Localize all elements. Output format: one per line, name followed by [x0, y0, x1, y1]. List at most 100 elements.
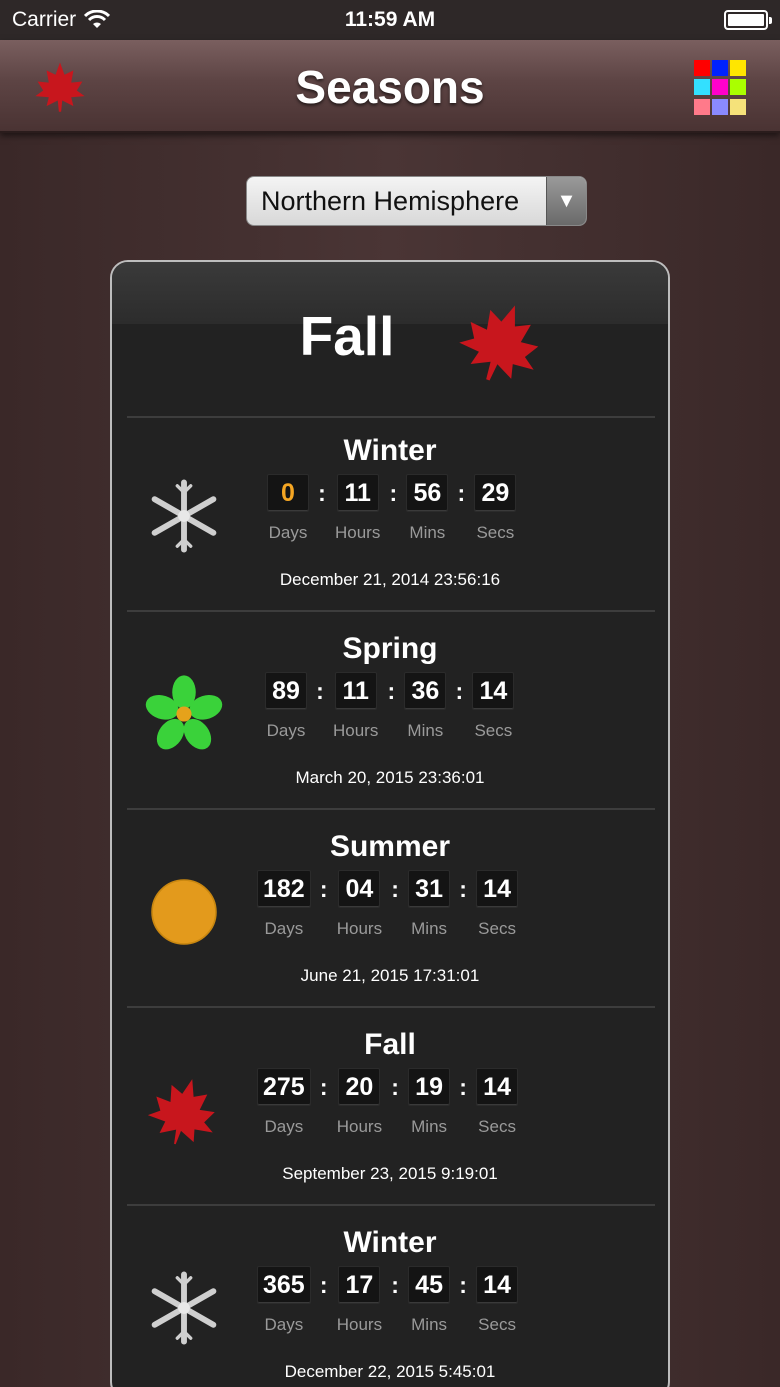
mins-value: 45 [408, 1266, 451, 1304]
triangle-down-icon[interactable]: ▼ [546, 177, 586, 225]
colon: : [318, 480, 326, 506]
days-unit: 89 Days [265, 672, 307, 741]
snowflake-icon [151, 1271, 217, 1345]
colon: : [319, 1074, 328, 1100]
mins-label: Mins [411, 1315, 448, 1334]
colon: : [391, 1074, 399, 1100]
season-date: September 23, 2015 9:19:01 [282, 1164, 498, 1183]
colon: : [459, 1272, 467, 1298]
countdown: 182 Days : 04 Hours : 31 Mins : 14 Secs [257, 870, 519, 939]
days-value: 275 [257, 1068, 311, 1106]
hours-value: 04 [338, 870, 381, 908]
secs-unit: 14 Secs [476, 1068, 519, 1137]
mins-unit: 31 Mins [408, 870, 451, 939]
days-label: Days [264, 1315, 304, 1334]
flower-icon [145, 675, 223, 750]
mins-unit: 19 Mins [408, 1068, 451, 1137]
secs-unit: 14 Secs [476, 870, 519, 939]
secs-value: 14 [476, 870, 519, 908]
maple-leaf-icon [459, 305, 539, 381]
days-unit: 275 Days [257, 1068, 311, 1137]
status-left: Carrier [12, 8, 111, 32]
colon: : [319, 1272, 328, 1298]
wifi-icon [84, 10, 111, 28]
secs-label: Secs [478, 1117, 516, 1136]
nav-title: Seasons [295, 61, 485, 113]
days-value: 365 [257, 1266, 311, 1304]
days-unit: 182 Days [257, 870, 311, 939]
battery-icon [724, 10, 772, 30]
seasons-card: Fall Winter 0 Days : 11 Hours: 56 Mins … [110, 260, 670, 1387]
mins-label: Mins [409, 523, 446, 542]
hours-label: Hours [336, 919, 383, 938]
secs-value: 29 [474, 474, 517, 512]
hours-label: Hours [336, 1117, 383, 1136]
nav-bar: Seasons [0, 40, 780, 133]
color-grid-icon[interactable] [694, 60, 750, 116]
mins-value: 19 [408, 1068, 451, 1106]
colon: : [391, 876, 399, 902]
days-unit: 365 Days [257, 1266, 311, 1335]
hemisphere-dropdown[interactable]: Northern Hemisphere ▼ [246, 176, 587, 226]
colon: : [455, 678, 464, 704]
secs-label: Secs [478, 1315, 516, 1334]
hours-value: 11 [336, 474, 379, 512]
colon: : [391, 1272, 399, 1298]
snowflake-icon [151, 479, 217, 553]
mins-unit: 56 Mins [406, 474, 449, 543]
current-season-title: Fall [299, 305, 395, 367]
divider [127, 610, 655, 612]
season-row-fall: Fall 275 Days : 20 Hours : 19 Mins : 14 … [112, 1012, 668, 1210]
secs-unit: 14 Secs [476, 1266, 519, 1335]
hours-label: Hours [335, 523, 381, 542]
secs-value: 14 [476, 1068, 519, 1106]
season-name: Fall [364, 1028, 416, 1061]
season-row-winter-next: Winter 365 Days : 17 Hours : 45 Mins: 1… [112, 1210, 668, 1387]
colon: : [316, 678, 324, 704]
season-name: Winter [343, 434, 437, 467]
secs-label: Secs [474, 721, 513, 740]
season-date: March 20, 2015 23:36:01 [295, 768, 485, 787]
status-bar: Carrier 11:59 AM [0, 0, 780, 40]
days-label: Days [268, 523, 308, 542]
mins-label: Mins [407, 721, 444, 740]
secs-label: Secs [478, 919, 516, 938]
colon: : [319, 876, 328, 902]
days-value: 0 [267, 474, 309, 512]
mins-label: Mins [411, 919, 448, 938]
hours-label: Hours [336, 1315, 383, 1334]
secs-value: 14 [476, 1266, 519, 1304]
mins-value: 36 [404, 672, 447, 710]
hours-value: 11 [334, 672, 377, 710]
colon: : [457, 480, 466, 506]
days-value: 89 [265, 672, 307, 710]
sun-icon [151, 879, 217, 945]
status-time: 11:59 AM [344, 8, 436, 31]
hours-unit: 20 Hours [337, 1068, 382, 1137]
hours-unit: 17 Hours [337, 1266, 382, 1335]
colon: : [459, 876, 467, 902]
mins-value: 31 [408, 870, 451, 908]
season-date: December 22, 2015 5:45:01 [284, 1362, 496, 1381]
secs-unit: 29 Secs [474, 474, 517, 543]
countdown: 89 Days : 11 Hours : 36 Mins : 14 Secs [265, 672, 515, 741]
hemisphere-selected: Northern Hemisphere [261, 185, 520, 216]
mins-value: 56 [406, 474, 449, 512]
mins-unit: 36 Mins [404, 672, 447, 741]
days-label: Days [264, 1117, 304, 1136]
season-name: Summer [329, 830, 451, 863]
mins-label: Mins [411, 1117, 448, 1136]
season-name: Winter [343, 1226, 437, 1259]
secs-value: 14 [472, 672, 515, 710]
countdown: 0 Days : 11 Hours : 56 Mins : 29 Secs [267, 474, 517, 543]
carrier-label: Carrier [12, 8, 77, 31]
divider [127, 1006, 655, 1008]
hours-unit: 11 Hours [335, 474, 380, 543]
days-unit: 0 Days [267, 474, 309, 543]
season-row-spring: Spring 89 Days : 11 Hours : 36 Mins: 14… [112, 616, 668, 814]
season-date: June 21, 2015 17:31:01 [300, 966, 480, 985]
colon: : [459, 1074, 467, 1100]
hours-value: 17 [338, 1266, 381, 1304]
countdown: 275 Days : 20 Hours : 19 Mins : 14 Secs [257, 1068, 519, 1137]
colon: : [389, 480, 398, 506]
